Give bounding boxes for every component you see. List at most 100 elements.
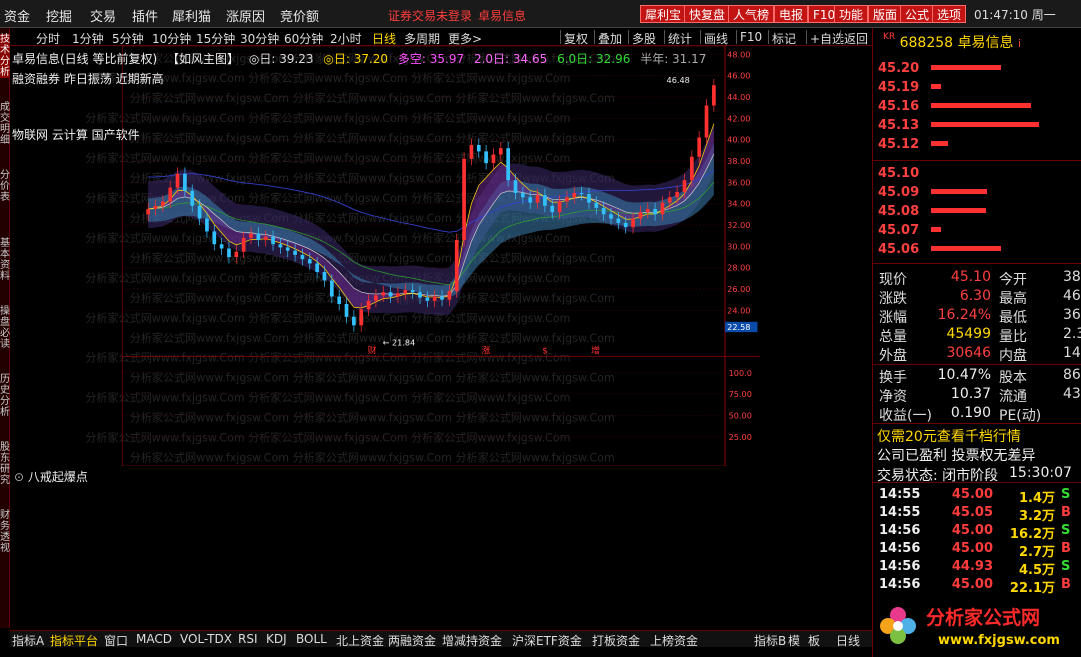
- left-tab-7[interactable]: 财务透视: [0, 510, 10, 554]
- indicator-tab-4[interactable]: VOL-TDX: [180, 632, 232, 646]
- left-tab-3[interactable]: 基本资料: [0, 238, 10, 282]
- period-5[interactable]: 30分钟: [240, 30, 279, 47]
- ma2-value: ◎日: 37.20: [323, 52, 389, 66]
- top-button-5[interactable]: 功能: [834, 5, 869, 23]
- top-button-2[interactable]: 人气榜: [728, 5, 775, 23]
- period-3[interactable]: 10分钟: [152, 30, 191, 47]
- candle-body: [440, 296, 444, 300]
- tick-side: B: [1061, 541, 1071, 556]
- tool-sep-5: [736, 30, 737, 44]
- bottom-right-1[interactable]: 模: [788, 632, 800, 649]
- candle-body: [403, 290, 408, 294]
- period-8[interactable]: 日线: [372, 30, 396, 47]
- period-1[interactable]: 1分钟: [72, 30, 104, 47]
- top-button-3[interactable]: 电报: [774, 5, 809, 23]
- top-button-0[interactable]: 犀利宝: [640, 5, 687, 23]
- period-7[interactable]: 2小时: [330, 30, 362, 47]
- kline-chart[interactable]: 分析家公式网www.fxjgsw.Com 分析家公式网www.fxjgsw.Co…: [10, 46, 872, 466]
- period-6[interactable]: 60分钟: [284, 30, 323, 47]
- order-book-row: 45.13: [873, 118, 1081, 136]
- concept-note-2: 物联网 云计算 国产软件: [12, 128, 140, 142]
- top-button-6[interactable]: 版面: [868, 5, 903, 23]
- quote-label-2: 最高: [999, 291, 1027, 307]
- indicator-tab-7[interactable]: BOLL: [296, 632, 327, 646]
- menu-item-4[interactable]: 犀利猫: [172, 6, 211, 25]
- tick-price: 45.00: [951, 577, 993, 592]
- tick-time: 14:55: [879, 487, 921, 502]
- menu-item-6[interactable]: 竞价额: [280, 6, 319, 25]
- tool-0[interactable]: 复权: [564, 30, 588, 47]
- bottom-right-2[interactable]: 板: [808, 632, 820, 649]
- tick-volume: 1.4万: [1018, 491, 1055, 506]
- left-tab-5[interactable]: 历史分析: [0, 374, 10, 418]
- candle-body: [352, 316, 356, 326]
- indicator-tab-3[interactable]: MACD: [136, 632, 172, 646]
- stock-title: 卓易信息(日线 等比前复权): [12, 52, 158, 66]
- tool-4[interactable]: 画线: [704, 30, 728, 47]
- sub-indicator-title[interactable]: ⊙ 八戒起爆点: [14, 468, 88, 485]
- indicator-tab-bar: 指标A 指标平台 窗口 MACD VOL-TDX RSI KDJ BOLL 北上资金 两融资金 增减…: [10, 630, 872, 649]
- bottom-right-0[interactable]: 指标B: [754, 632, 786, 649]
- ob-volume-bar: [931, 122, 1039, 127]
- ob-volume-bar: [931, 208, 986, 213]
- indicator-tab-1[interactable]: 指标平台: [50, 632, 98, 649]
- event-mark-3: 增: [591, 345, 600, 357]
- top-button-7[interactable]: 公式: [900, 5, 935, 23]
- promo-link[interactable]: 仅需20元查看千档行情: [877, 426, 1021, 446]
- tool-6[interactable]: 标记: [772, 30, 796, 47]
- sub-tick-3: 25.00: [729, 432, 752, 442]
- period-9[interactable]: 多周期: [404, 30, 440, 47]
- left-tab-6[interactable]: 股东研究: [0, 442, 10, 486]
- period-2[interactable]: 5分钟: [112, 30, 144, 47]
- candle-body: [491, 154, 496, 164]
- menu-item-1[interactable]: 挖掘: [46, 6, 72, 25]
- menu-item-2[interactable]: 交易: [90, 6, 116, 25]
- left-tab-4[interactable]: 操盘必读: [0, 306, 10, 350]
- left-tab-0[interactable]: 技术分析: [0, 34, 10, 78]
- tool-2[interactable]: 多股: [632, 30, 656, 47]
- candle-body: [476, 144, 481, 152]
- candle-body: [594, 202, 599, 208]
- candle-body: [300, 254, 305, 260]
- menu-item-3[interactable]: 插件: [132, 6, 158, 25]
- indicator-tab-9[interactable]: 两融资金: [388, 632, 436, 649]
- tool-sep-8: [840, 30, 841, 44]
- watermark-text: 分析家公式网www.fxjgsw.Com 分析家公式网www.fxjgsw.Co…: [85, 431, 570, 445]
- tool-7[interactable]: +自选: [810, 30, 844, 47]
- bottom-right-3[interactable]: 日线: [836, 632, 860, 649]
- period-10[interactable]: 更多>: [448, 30, 482, 47]
- indicator-tab-5[interactable]: RSI: [238, 632, 258, 646]
- tick-price: 45.00: [951, 541, 993, 556]
- logo-text: 分析家公式网: [926, 606, 1040, 629]
- tool-8[interactable]: 返回: [844, 30, 868, 47]
- tool-1[interactable]: 叠加: [598, 30, 622, 47]
- top-button-1[interactable]: 快复盘: [684, 5, 731, 23]
- tool-5[interactable]: F10: [740, 30, 762, 44]
- indicator-tab-10[interactable]: 增减持资金: [442, 632, 502, 649]
- indicator-tab-6[interactable]: KDJ: [266, 632, 287, 646]
- quote-value: 30646: [946, 345, 991, 361]
- period-0[interactable]: 分时: [36, 30, 60, 47]
- indicator-tab-13[interactable]: 上榜资金: [650, 632, 698, 649]
- tool-3[interactable]: 统计: [668, 30, 692, 47]
- y-tick-11: 26.00: [727, 284, 750, 294]
- quote-value: 16.24%: [937, 307, 991, 323]
- tick-row: 14:56 44.93 4.5万 S: [879, 559, 1081, 578]
- left-tab-1[interactable]: 成交明细: [0, 102, 10, 146]
- menu-item-0[interactable]: 资金: [4, 6, 30, 25]
- menu-item-5[interactable]: 涨原因: [226, 6, 265, 25]
- candle-body: [396, 293, 400, 297]
- indicator-tab-8[interactable]: 北上资金: [336, 632, 384, 649]
- watermark-text: 分析家公式网www.fxjgsw.Com 分析家公式网www.fxjgsw.Co…: [130, 371, 615, 385]
- quote-label-2: 今开: [999, 272, 1027, 288]
- left-tab-2[interactable]: 分价表: [0, 170, 10, 203]
- indicator-tab-2[interactable]: 窗口: [104, 632, 128, 649]
- login-warning[interactable]: 证券交易未登录: [388, 7, 472, 24]
- indicator-tab-0[interactable]: 指标A: [12, 632, 44, 649]
- indicator-tab-12[interactable]: 打板资金: [592, 632, 640, 649]
- candle-body: [579, 193, 584, 195]
- top-button-8[interactable]: 选项: [932, 5, 967, 23]
- period-4[interactable]: 15分钟: [196, 30, 235, 47]
- quote-row: 净资 10.37 流通 43.5: [879, 386, 1081, 405]
- indicator-tab-11[interactable]: 沪深ETF资金: [512, 632, 582, 649]
